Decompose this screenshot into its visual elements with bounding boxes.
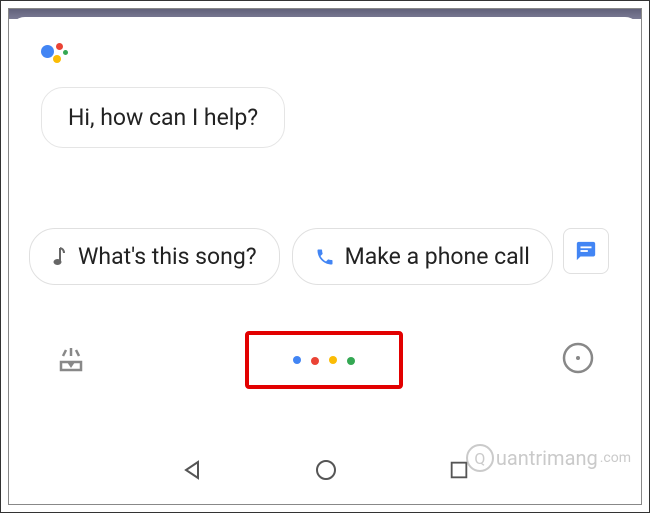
suggestion-chip-chat[interactable]: [563, 228, 609, 274]
chat-icon: [575, 240, 597, 262]
assistant-panel: Hi, how can I help? What's this song?: [9, 17, 641, 504]
suggestion-label: Make a phone call: [345, 243, 530, 270]
nav-home-icon[interactable]: [314, 458, 338, 486]
suggestion-chip-song[interactable]: What's this song?: [29, 228, 280, 285]
greeting-text: Hi, how can I help?: [68, 104, 258, 131]
suggestions-row: What's this song? Make a phone call: [29, 228, 621, 285]
assistant-greeting-bubble: Hi, how can I help?: [41, 87, 285, 148]
listening-indicator-highlighted[interactable]: [245, 331, 403, 389]
nav-back-icon[interactable]: [180, 458, 204, 486]
listening-dot-green: [347, 357, 355, 365]
nav-recents-icon[interactable]: [448, 459, 470, 485]
listening-dot-yellow: [329, 356, 337, 364]
music-note-icon: [52, 246, 68, 268]
listening-dot-red: [311, 357, 319, 365]
google-assistant-logo-icon: [41, 41, 69, 69]
lens-icon[interactable]: [55, 342, 87, 378]
phone-icon: [315, 247, 335, 267]
bottom-action-row: [29, 313, 621, 407]
suggestion-label: What's this song?: [78, 243, 257, 270]
suggestion-chip-phone-call[interactable]: Make a phone call: [292, 228, 553, 285]
explore-compass-icon[interactable]: [561, 341, 595, 379]
android-navigation-bar: [9, 440, 641, 504]
listening-dot-blue: [293, 356, 301, 364]
